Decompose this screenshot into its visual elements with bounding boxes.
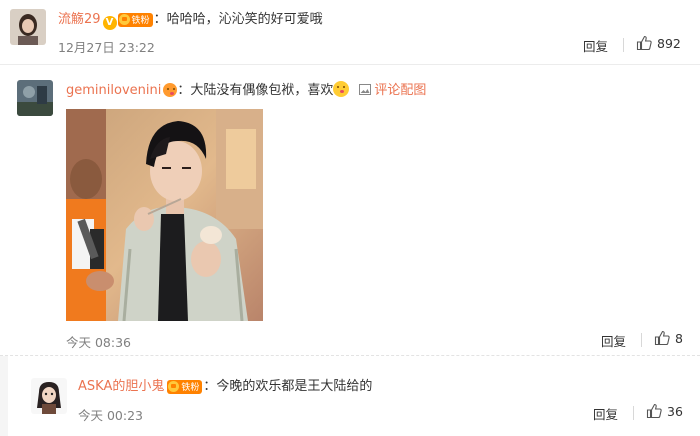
reply-button[interactable]: 回复 xyxy=(583,36,608,55)
comment-text: ：哈哈哈，沁沁笑的好可爱哦 xyxy=(153,12,323,27)
separator xyxy=(633,406,634,420)
username-link[interactable]: 流觞29 xyxy=(58,12,101,27)
thumbs-up-icon xyxy=(636,35,652,51)
comment-feed: 流觞29 V 铁粉 ：哈哈哈，沁沁笑的好可爱哦 12月27日 23:22 回复 892… xyxy=(0,0,700,436)
comment-time: 12月27日 23:22 xyxy=(58,40,155,55)
comment-body: geminilovenini ：大陆没有偶像包袱，喜欢 评论配图 xyxy=(66,79,426,98)
comment-body: 流觞29 V 铁粉 ：哈哈哈，沁沁笑的好可爱哦 xyxy=(58,8,323,30)
reply-indent-bar xyxy=(0,356,8,436)
fan-badge: 铁粉 xyxy=(167,379,203,394)
like-button[interactable]: 892 xyxy=(636,35,681,51)
comment-picture-link[interactable]: 评论配图 xyxy=(359,83,426,98)
divider xyxy=(0,64,700,65)
heart-kiss-emoji-icon xyxy=(333,81,350,97)
crown-icon xyxy=(168,381,180,392)
separator xyxy=(623,38,624,52)
thumbs-up-icon xyxy=(654,330,670,346)
comment-time: 今天 00:23 xyxy=(78,408,143,423)
like-button[interactable]: 8 xyxy=(654,330,683,346)
fan-badge: 铁粉 xyxy=(117,12,153,27)
reply-button[interactable]: 回复 xyxy=(593,404,618,423)
thumbs-up-icon xyxy=(646,403,662,419)
comment-text: ：大陆没有偶像包袱，喜欢 xyxy=(177,83,334,98)
crown-icon xyxy=(118,14,130,25)
username-link[interactable]: geminilovenini xyxy=(66,83,161,98)
reply-button[interactable]: 回复 xyxy=(601,331,626,350)
comment-body: ASKA的胆小鬼 铁粉 ：今晚的欢乐都是王大陆给的 xyxy=(78,375,372,394)
avatar[interactable] xyxy=(31,378,67,414)
comment-photo[interactable] xyxy=(66,109,263,321)
comment-text: ：今晚的欢乐都是王大陆给的 xyxy=(203,379,373,394)
fan-emoji-icon xyxy=(163,83,178,97)
verified-icon: V xyxy=(102,15,117,30)
username-link[interactable]: ASKA的胆小鬼 xyxy=(78,379,164,394)
comment-time: 今天 08:36 xyxy=(66,335,131,350)
like-button[interactable]: 36 xyxy=(646,403,683,419)
separator xyxy=(641,333,642,347)
divider xyxy=(0,355,700,356)
avatar[interactable] xyxy=(10,9,46,45)
image-icon xyxy=(359,84,372,95)
avatar[interactable] xyxy=(17,80,53,116)
